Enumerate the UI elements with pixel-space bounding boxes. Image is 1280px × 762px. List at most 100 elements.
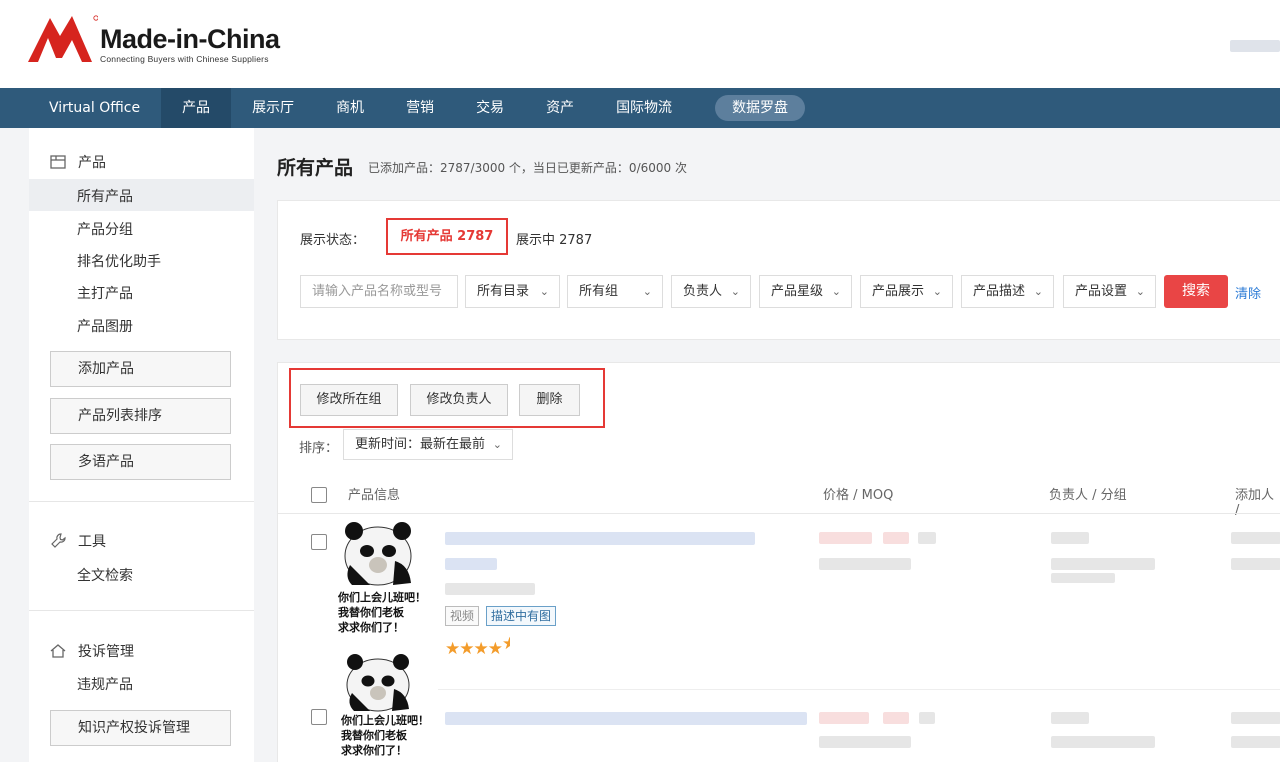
star-icon: ★ — [445, 639, 460, 659]
column-header-product-info: 产品信息 — [348, 488, 401, 503]
logo-text: Made-in-China — [100, 24, 280, 54]
price-blurred — [819, 532, 872, 544]
status-showing-tab[interactable]: 展示中 2787 — [516, 229, 592, 248]
price-blurred — [883, 532, 909, 544]
product-model-blurred — [445, 583, 535, 595]
nav-opportunities[interactable]: 商机 — [315, 88, 385, 128]
clear-filters-link[interactable]: 清除 — [1235, 283, 1261, 302]
meme-caption-line: 你们上会儿班吧！ — [341, 714, 429, 727]
delete-button[interactable]: 删除 — [519, 384, 580, 416]
star-rating-dropdown[interactable]: 产品星级 ⌄ — [759, 275, 852, 308]
status-label: 展示状态： — [300, 233, 366, 248]
display-dropdown[interactable]: 产品展示 ⌄ — [860, 275, 953, 308]
added-by-blurred — [1231, 558, 1280, 570]
sidebar-item-product-groups[interactable]: 产品分组 — [77, 219, 133, 239]
dropdown-label: 负责人 — [683, 284, 723, 299]
product-title-blurred[interactable] — [445, 712, 807, 725]
group-blurred — [1051, 573, 1115, 583]
main-nav: Virtual Office 产品 展示厅 商机 营销 交易 资产 国际物流 数… — [0, 88, 1280, 128]
image-description-tag: 描述中有图 — [486, 606, 557, 626]
chevron-down-icon: ⌄ — [831, 285, 841, 298]
nav-transactions[interactable]: 交易 — [455, 88, 525, 128]
row-checkbox[interactable] — [311, 534, 327, 550]
price-blurred — [819, 712, 869, 724]
chevron-down-icon: ⌄ — [539, 285, 549, 298]
nav-marketing[interactable]: 营销 — [385, 88, 455, 128]
table-header-divider — [278, 513, 1280, 514]
dropdown-label: 产品设置 — [1075, 284, 1128, 299]
owner-blurred — [1051, 712, 1089, 724]
change-owner-button[interactable]: 修改负责人 — [410, 384, 508, 416]
price-blurred — [919, 712, 935, 724]
chevron-down-icon: ⌄ — [1135, 285, 1145, 298]
chevron-down-icon: ⌄ — [1033, 285, 1043, 298]
catalog-dropdown[interactable]: 所有目录 ⌄ — [465, 275, 560, 308]
panda-meme-image[interactable] — [340, 521, 420, 587]
added-by-blurred — [1231, 736, 1280, 748]
group-dropdown[interactable]: 所有组 ⌄ — [567, 275, 663, 308]
nav-logistics[interactable]: 国际物流 — [595, 88, 693, 128]
star-icon: ★ — [459, 639, 474, 659]
chevron-down-icon: ⌄ — [730, 285, 740, 298]
meme-caption: 你们上会儿班吧！ 我替你们老板 求求你们了！ — [341, 713, 429, 758]
product-title-blurred[interactable] — [445, 558, 497, 570]
nav-showroom[interactable]: 展示厅 — [231, 88, 315, 128]
logo-m-icon — [28, 15, 98, 62]
meme-caption-line: 求求你们了！ — [338, 621, 404, 634]
sidebar-item-product-catalog[interactable]: 产品图册 — [77, 316, 133, 336]
product-list-panel: 修改所在组 修改负责人 删除 排序： 更新时间：最新在最前 ⌄ 产品信息 价格 /… — [277, 362, 1280, 762]
search-button[interactable]: 搜索 — [1164, 275, 1228, 308]
dropdown-label: 产品展示 — [872, 284, 925, 299]
change-group-button[interactable]: 修改所在组 — [300, 384, 398, 416]
wrench-icon — [51, 533, 66, 548]
settings-dropdown[interactable]: 产品设置 ⌄ — [1063, 275, 1156, 308]
row-checkbox[interactable] — [311, 709, 327, 725]
product-search-input[interactable]: 请输入产品名称或型号 — [300, 275, 458, 308]
sidebar-group-tools: 工具 — [49, 531, 106, 551]
star-rating: ★★★★★ — [445, 634, 510, 659]
group-blurred — [1051, 736, 1155, 748]
moq-blurred — [819, 558, 911, 570]
star-icon: ★ — [487, 639, 503, 659]
panda-meme-image[interactable] — [342, 653, 418, 713]
sidebar-group-products: 产品 — [49, 152, 106, 172]
chevron-down-icon: ⌄ — [492, 438, 502, 451]
nav-data-compass[interactable]: 数据罗盘 — [715, 95, 806, 121]
sidebar-item-violating-products[interactable]: 违规产品 — [77, 674, 133, 694]
sidebar-divider — [29, 501, 254, 502]
account-info-blurred[interactable] — [1230, 40, 1280, 52]
dropdown-label: 所有组 — [579, 284, 619, 299]
owner-dropdown[interactable]: 负责人 ⌄ — [671, 275, 751, 308]
home-icon — [50, 644, 66, 658]
add-product-button[interactable]: 添加产品 — [50, 351, 231, 387]
meme-caption: 你们上会儿班吧！ 我替你们老板 求求你们了！ — [338, 590, 426, 635]
ip-complaint-button[interactable]: 知识产权投诉管理 — [50, 710, 231, 746]
made-in-china-logo[interactable]: Made-in-China Connecting Buyers with Chi… — [28, 14, 308, 70]
status-all-products-tab[interactable]: 所有产品 2787 — [386, 218, 508, 255]
nav-products[interactable]: 产品 — [161, 88, 232, 128]
filter-panel: 展示状态： 所有产品 2787 展示中 2787 请输入产品名称或型号 所有目录… — [277, 200, 1280, 340]
nav-assets[interactable]: 资产 — [525, 88, 595, 128]
site-header: Made-in-China Connecting Buyers with Chi… — [0, 0, 1280, 88]
description-dropdown[interactable]: 产品描述 ⌄ — [961, 275, 1054, 308]
select-all-checkbox[interactable] — [311, 487, 327, 503]
sidebar-item-all-products[interactable]: 所有产品 — [77, 186, 133, 206]
dropdown-label: 所有目录 — [477, 284, 530, 299]
meme-caption-line: 你们上会儿班吧！ — [338, 591, 426, 604]
meme-caption-line: 我替你们老板 — [338, 606, 404, 619]
product-title-blurred[interactable] — [445, 532, 755, 545]
product-list-sort-button[interactable]: 产品列表排序 — [50, 398, 231, 434]
sidebar-divider — [29, 610, 254, 611]
sidebar: 产品 所有产品 产品分组 排名优化助手 主打产品 产品图册 添加产品 产品列表排… — [29, 128, 254, 762]
added-by-blurred — [1231, 532, 1280, 544]
star-icon: ★ — [473, 639, 489, 659]
sort-dropdown[interactable]: 更新时间：最新在最前 ⌄ — [343, 429, 513, 460]
sidebar-group-label: 产品 — [78, 155, 106, 171]
logo-tagline: Connecting Buyers with Chinese Suppliers — [100, 54, 269, 64]
sidebar-item-ranking-assistant[interactable]: 排名优化助手 — [77, 251, 161, 271]
sidebar-item-featured-products[interactable]: 主打产品 — [77, 283, 133, 303]
nav-virtual-office[interactable]: Virtual Office — [0, 88, 161, 128]
multilingual-products-button[interactable]: 多语产品 — [50, 444, 231, 480]
price-blurred — [918, 532, 936, 544]
sidebar-item-fulltext-search[interactable]: 全文检索 — [77, 565, 133, 585]
